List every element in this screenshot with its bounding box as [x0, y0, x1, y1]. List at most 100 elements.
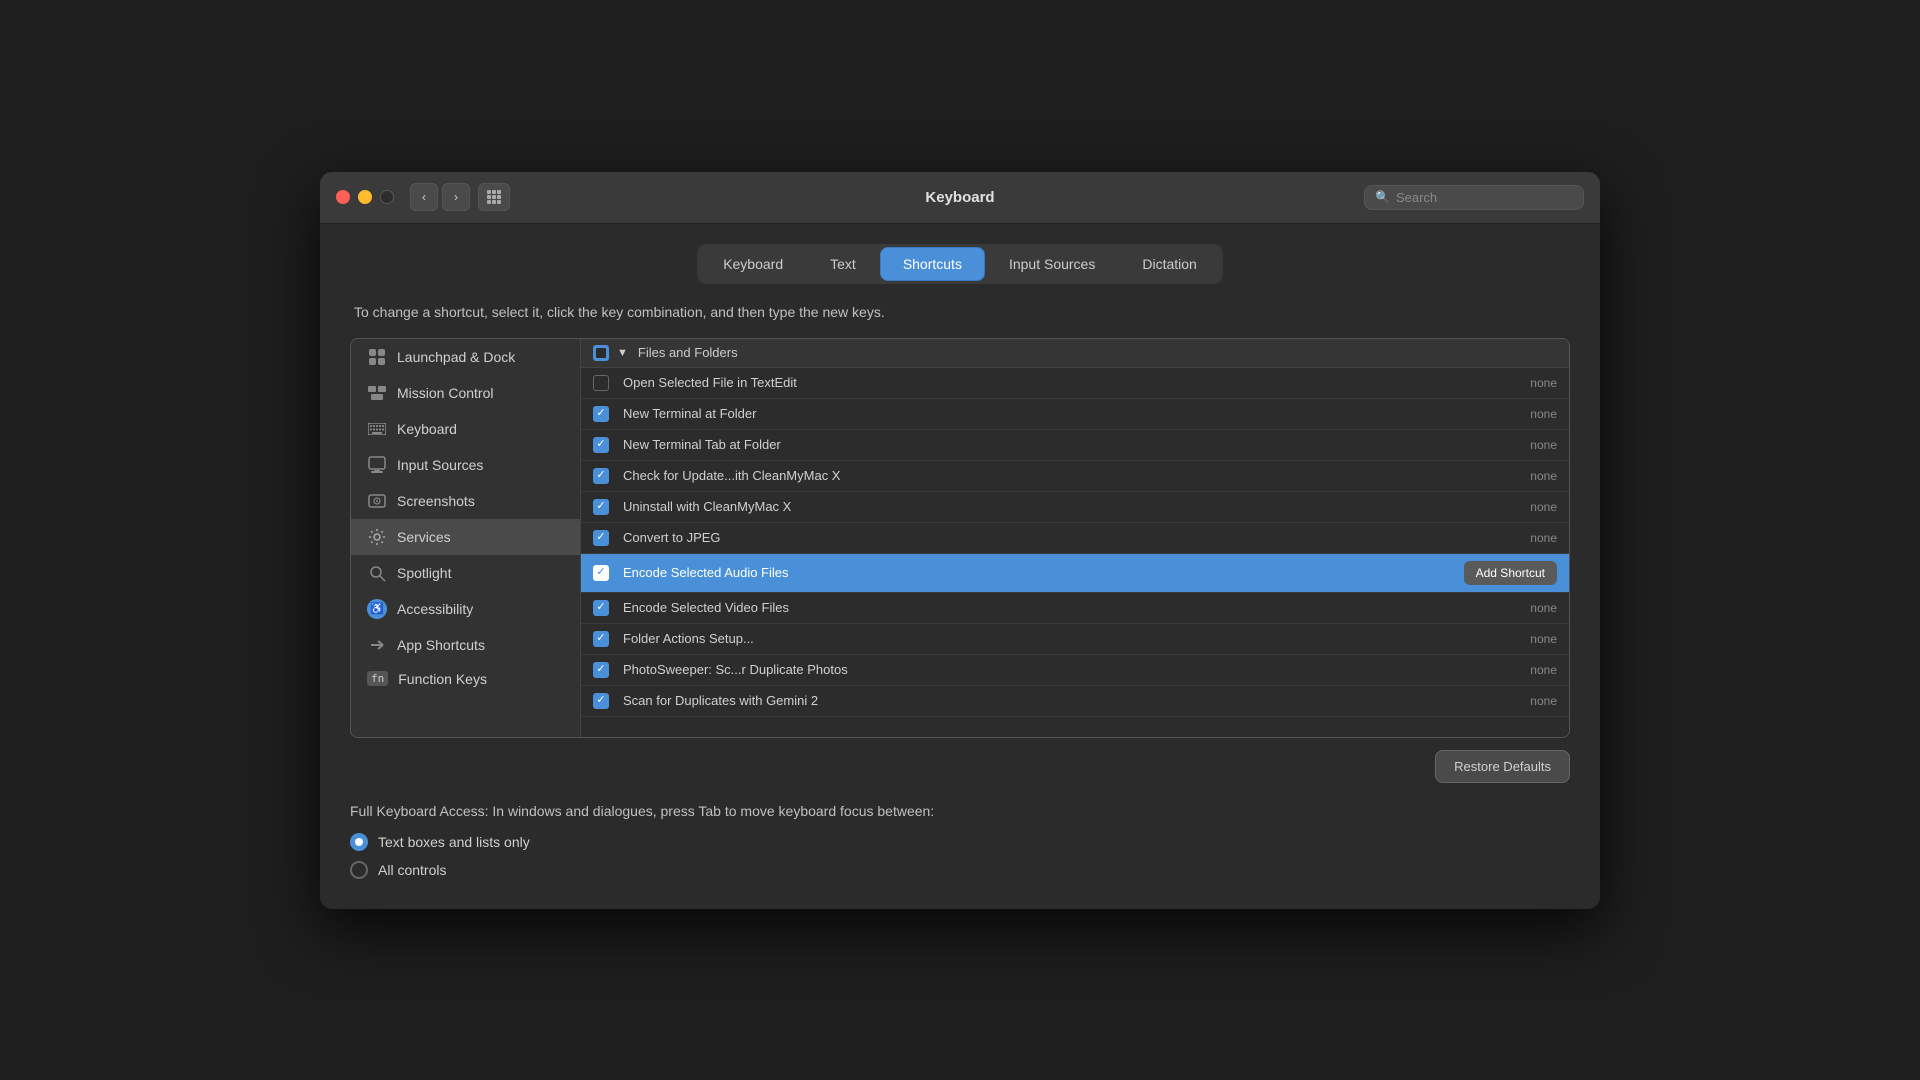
checkbox-convert-jpeg[interactable]: ✓: [593, 530, 609, 546]
sidebar-label-services: Services: [397, 529, 451, 545]
search-input[interactable]: [1396, 190, 1573, 205]
label-convert-jpeg: Convert to JPEG: [623, 530, 1530, 545]
shortcut-new-terminal-tab: none: [1530, 438, 1557, 452]
instruction-text: To change a shortcut, select it, click t…: [350, 304, 1570, 320]
search-bar[interactable]: 🔍: [1364, 185, 1584, 210]
sidebar-item-accessibility[interactable]: ♿ Accessibility: [351, 591, 580, 627]
window-title: Keyboard: [925, 189, 994, 206]
radio-option-text-boxes[interactable]: Text boxes and lists only: [350, 833, 1570, 851]
back-button[interactable]: ‹: [410, 183, 438, 211]
radio-all-controls[interactable]: [350, 861, 368, 879]
shortcut-row-check-update[interactable]: ✓ Check for Update...ith CleanMyMac X no…: [581, 461, 1569, 492]
collapse-icon: ▼: [617, 347, 628, 359]
shortcut-encode-video: none: [1530, 601, 1557, 615]
shortcut-open-textedit: none: [1530, 376, 1557, 390]
sidebar-item-mission-control[interactable]: Mission Control: [351, 375, 580, 411]
main-area: Launchpad & Dock Mission Control Keyboar…: [350, 338, 1570, 738]
add-shortcut-button[interactable]: Add Shortcut: [1464, 561, 1557, 585]
accessibility-icon: ♿: [367, 599, 387, 619]
shortcut-row-encode-audio[interactable]: ✓ Encode Selected Audio Files Add Shortc…: [581, 554, 1569, 593]
sidebar-item-services[interactable]: Services: [351, 519, 580, 555]
screenshots-icon: [367, 491, 387, 511]
checkbox-check-update[interactable]: ✓: [593, 468, 609, 484]
radio-inner-text-boxes: [355, 838, 363, 846]
titlebar: ‹ › Keyboard 🔍: [320, 172, 1600, 224]
label-encode-video: Encode Selected Video Files: [623, 600, 1530, 615]
sidebar-label-screenshots: Screenshots: [397, 493, 475, 509]
checkbox-encode-audio[interactable]: ✓: [593, 565, 609, 581]
shortcut-folder-actions: none: [1530, 632, 1557, 646]
label-folder-actions: Folder Actions Setup...: [623, 631, 1530, 646]
launchpad-icon: [367, 347, 387, 367]
label-all-controls: All controls: [378, 862, 446, 878]
label-encode-audio: Encode Selected Audio Files: [623, 565, 1454, 580]
section-checkbox[interactable]: [593, 345, 609, 361]
sidebar-label-accessibility: Accessibility: [397, 601, 473, 617]
tab-input-sources[interactable]: Input Sources: [986, 247, 1118, 281]
restore-defaults-button[interactable]: Restore Defaults: [1435, 750, 1570, 783]
label-scan-gemini: Scan for Duplicates with Gemini 2: [623, 693, 1530, 708]
shortcut-row-new-terminal-folder[interactable]: ✓ New Terminal at Folder none: [581, 399, 1569, 430]
sidebar-label-launchpad: Launchpad & Dock: [397, 349, 515, 365]
tab-shortcuts[interactable]: Shortcuts: [880, 247, 985, 281]
tab-group: Keyboard Text Shortcuts Input Sources Di…: [697, 244, 1223, 284]
label-new-terminal-folder: New Terminal at Folder: [623, 406, 1530, 421]
sidebar-item-spotlight[interactable]: Spotlight: [351, 555, 580, 591]
sidebar-label-function-keys: Function Keys: [398, 671, 487, 687]
tab-text[interactable]: Text: [807, 247, 879, 281]
sidebar-label-spotlight: Spotlight: [397, 565, 451, 581]
checkbox-photosweeper[interactable]: ✓: [593, 662, 609, 678]
sidebar-item-launchpad[interactable]: Launchpad & Dock: [351, 339, 580, 375]
maximize-button[interactable]: [380, 190, 394, 204]
shortcut-convert-jpeg: none: [1530, 531, 1557, 545]
shortcut-row-uninstall-cleanmymac[interactable]: ✓ Uninstall with CleanMyMac X none: [581, 492, 1569, 523]
section-header: ▼ Files and Folders: [581, 339, 1569, 368]
tab-dictation[interactable]: Dictation: [1119, 247, 1219, 281]
grid-icon: [487, 190, 501, 204]
checkbox-open-textedit[interactable]: [593, 375, 609, 391]
shortcut-row-photosweeper[interactable]: ✓ PhotoSweeper: Sc...r Duplicate Photos …: [581, 655, 1569, 686]
sidebar-item-function-keys[interactable]: fn Function Keys: [351, 663, 580, 695]
keyboard-window: ‹ › Keyboard 🔍 Keyboard Text Shortcuts I…: [320, 172, 1600, 909]
section-title: Files and Folders: [638, 345, 738, 360]
label-open-textedit: Open Selected File in TextEdit: [623, 375, 1530, 390]
sidebar-item-keyboard[interactable]: Keyboard: [351, 411, 580, 447]
checkbox-new-terminal-tab[interactable]: ✓: [593, 437, 609, 453]
label-text-boxes: Text boxes and lists only: [378, 834, 530, 850]
radio-option-all-controls[interactable]: All controls: [350, 861, 1570, 879]
label-photosweeper: PhotoSweeper: Sc...r Duplicate Photos: [623, 662, 1530, 677]
nav-buttons: ‹ ›: [410, 183, 470, 211]
services-icon: [367, 527, 387, 547]
shortcut-row-encode-video[interactable]: ✓ Encode Selected Video Files none: [581, 593, 1569, 624]
keyboard-access-title: Full Keyboard Access: In windows and dia…: [350, 803, 1570, 819]
label-new-terminal-tab: New Terminal Tab at Folder: [623, 437, 1530, 452]
checkbox-new-terminal-folder[interactable]: ✓: [593, 406, 609, 422]
sidebar-item-input-sources[interactable]: Input Sources: [351, 447, 580, 483]
shortcut-new-terminal-folder: none: [1530, 407, 1557, 421]
sidebar-item-app-shortcuts[interactable]: App Shortcuts: [351, 627, 580, 663]
checkbox-folder-actions[interactable]: ✓: [593, 631, 609, 647]
shortcut-row-new-terminal-tab[interactable]: ✓ New Terminal Tab at Folder none: [581, 430, 1569, 461]
tab-keyboard[interactable]: Keyboard: [700, 247, 806, 281]
checkbox-uninstall-cleanmymac[interactable]: ✓: [593, 499, 609, 515]
search-icon: 🔍: [1375, 190, 1390, 204]
forward-button[interactable]: ›: [442, 183, 470, 211]
shortcut-list: ▼ Files and Folders Open Selected File i…: [581, 339, 1569, 737]
sidebar-label-app-shortcuts: App Shortcuts: [397, 637, 485, 653]
shortcut-scan-gemini: none: [1530, 694, 1557, 708]
shortcut-row-open-textedit[interactable]: Open Selected File in TextEdit none: [581, 368, 1569, 399]
shortcut-row-convert-jpeg[interactable]: ✓ Convert to JPEG none: [581, 523, 1569, 554]
checkbox-encode-video[interactable]: ✓: [593, 600, 609, 616]
sidebar-item-screenshots[interactable]: Screenshots: [351, 483, 580, 519]
shortcut-row-scan-gemini[interactable]: ✓ Scan for Duplicates with Gemini 2 none: [581, 686, 1569, 717]
traffic-lights: [336, 190, 394, 204]
close-button[interactable]: [336, 190, 350, 204]
minimize-button[interactable]: [358, 190, 372, 204]
bottom-bar: Restore Defaults: [350, 750, 1570, 783]
shortcut-uninstall-cleanmymac: none: [1530, 500, 1557, 514]
checkbox-scan-gemini[interactable]: ✓: [593, 693, 609, 709]
grid-view-button[interactable]: [478, 183, 510, 211]
shortcut-row-folder-actions[interactable]: ✓ Folder Actions Setup... none: [581, 624, 1569, 655]
radio-text-boxes[interactable]: [350, 833, 368, 851]
tab-bar: Keyboard Text Shortcuts Input Sources Di…: [350, 244, 1570, 284]
